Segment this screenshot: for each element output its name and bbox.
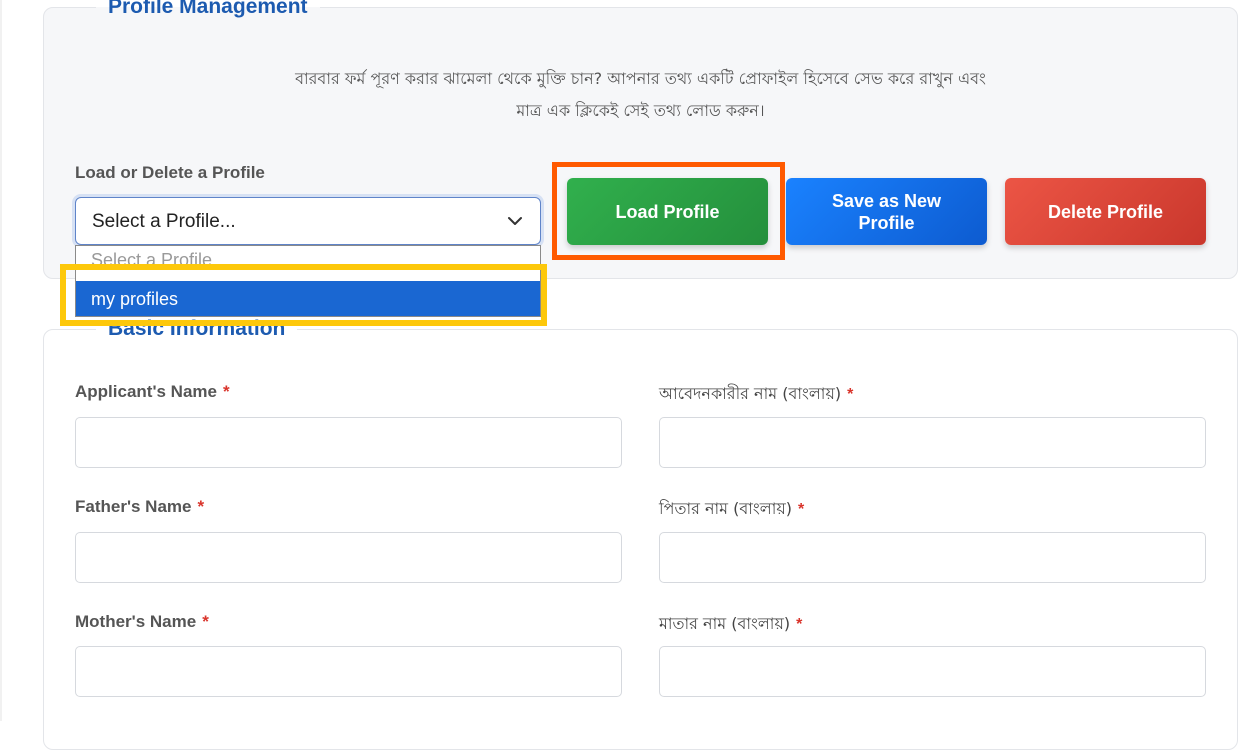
- applicant-name-label-text: Applicant's Name: [75, 382, 217, 401]
- mother-name-label: Mother's Name *: [75, 612, 209, 632]
- father-name-bn-label: পিতার নাম (বাংলায়) *: [659, 496, 804, 523]
- required-marker: *: [798, 501, 805, 518]
- save-as-new-profile-button[interactable]: Save as New Profile: [786, 178, 987, 245]
- profile-select-value: Select a Profile...: [92, 211, 236, 232]
- page-left-rule: [0, 0, 2, 721]
- applicant-name-bn-input[interactable]: [659, 417, 1206, 468]
- required-marker: *: [222, 382, 230, 401]
- father-name-input[interactable]: [75, 532, 622, 583]
- profile-select-label: Load or Delete a Profile: [75, 163, 265, 182]
- mother-name-bn-label: মাতার নাম (বাংলায়) *: [659, 611, 802, 638]
- load-button-highlight: [552, 162, 785, 260]
- profile-intro-line-1: বারবার ফর্ম পূরণ করার ঝামেলা থেকে মুক্তি…: [295, 69, 986, 88]
- mother-name-bn-label-text: মাতার নাম (বাংলায়): [659, 614, 791, 633]
- father-name-bn-label-text: পিতার নাম (বাংলায়): [659, 499, 793, 518]
- mother-name-label-text: Mother's Name: [75, 612, 197, 631]
- chevron-down-icon: [508, 217, 522, 225]
- mother-name-bn-input[interactable]: [659, 646, 1206, 697]
- my-profiles-highlight: [60, 264, 547, 326]
- profile-management-title: Profile Management: [108, 0, 308, 18]
- delete-profile-button[interactable]: Delete Profile: [1005, 178, 1206, 245]
- father-name-bn-input[interactable]: [659, 532, 1206, 583]
- required-marker: *: [847, 386, 854, 403]
- applicant-name-input[interactable]: [75, 417, 622, 468]
- applicant-name-bn-label-text: আবেদনকারীর নাম (বাংলায়): [659, 384, 842, 403]
- applicant-name-bn-label: আবেদনকারীর নাম (বাংলায়) *: [659, 381, 853, 408]
- required-marker: *: [202, 612, 209, 631]
- mother-name-input[interactable]: [75, 646, 622, 697]
- profile-intro-line-2: মাত্র এক ক্লিকেই সেই তথ্য লোড করুন।: [516, 101, 765, 120]
- applicant-name-label: Applicant's Name *: [75, 382, 230, 402]
- father-name-label-text: Father's Name: [75, 497, 192, 516]
- profile-select[interactable]: Select a Profile...: [75, 197, 541, 245]
- father-name-label: Father's Name *: [75, 497, 204, 517]
- required-marker: *: [197, 497, 205, 516]
- required-marker: *: [796, 616, 803, 633]
